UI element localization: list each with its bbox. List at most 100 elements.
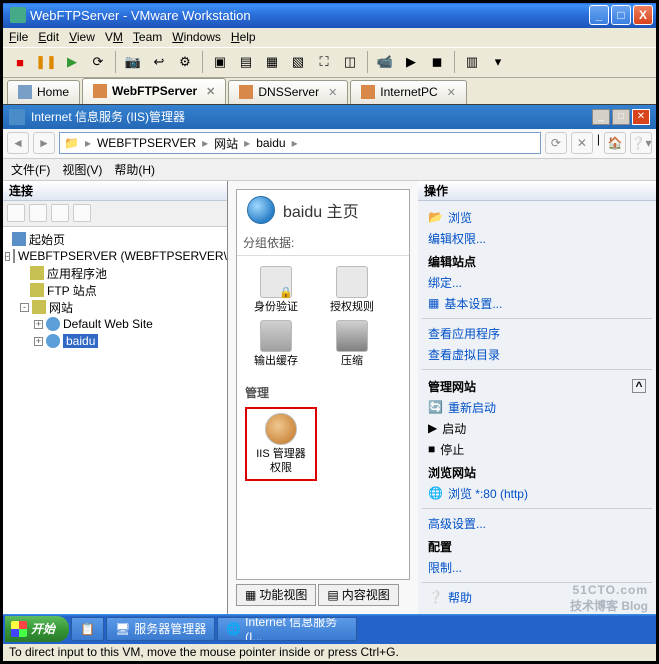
action-help[interactable]: ❔帮助	[428, 587, 646, 608]
tree-ftp[interactable]: FTP 站点	[47, 282, 97, 299]
poweroff-button[interactable]: ■	[9, 51, 31, 73]
taskbar-item-quicklaunch[interactable]: 📋	[71, 617, 104, 641]
feature-authorization[interactable]: 授权规则	[321, 266, 383, 314]
menu-file[interactable]: File	[9, 30, 28, 44]
authz-icon	[336, 266, 368, 298]
action-edit-permissions[interactable]: 编辑权限...	[428, 228, 646, 249]
collapse-icon[interactable]: -	[20, 303, 29, 312]
minimize-button[interactable]: _	[589, 5, 609, 25]
tab-content-view[interactable]: ▤内容视图	[318, 584, 398, 606]
action-browse-80[interactable]: 🌐浏览 *:80 (http)	[428, 483, 646, 504]
delete-button[interactable]	[51, 204, 69, 222]
maximize-button[interactable]: □	[611, 5, 631, 25]
sidebar-button[interactable]: ▥	[461, 51, 483, 73]
menu-help[interactable]: Help	[231, 30, 256, 44]
action-view-apps[interactable]: 查看应用程序	[428, 323, 646, 344]
tb-more-button[interactable]: ▾	[487, 51, 509, 73]
capture-button[interactable]: 📹	[374, 51, 396, 73]
nav-home-button[interactable]: 🏠	[604, 132, 626, 154]
unity-button[interactable]: ◫	[339, 51, 361, 73]
menu-windows[interactable]: Windows	[172, 30, 221, 44]
feature-outputcache[interactable]: 输出缓存	[245, 320, 307, 368]
crumb-sites[interactable]: 网站	[214, 135, 238, 152]
iis-close-button[interactable]: ✕	[632, 109, 650, 125]
action-explore[interactable]: 📂浏览	[428, 207, 646, 228]
up-button[interactable]	[73, 204, 91, 222]
feature-authentication[interactable]: 身份验证	[245, 266, 307, 314]
feature-iismgr-permissions[interactable]: IIS 管理器权限	[245, 407, 317, 481]
tab-close-icon[interactable]: ✕	[206, 85, 215, 98]
iis-menu-view[interactable]: 视图(V)	[62, 161, 102, 178]
action-bindings[interactable]: 绑定...	[428, 272, 646, 293]
tree-sites[interactable]: 网站	[49, 299, 73, 316]
iis-menu-help[interactable]: 帮助(H)	[114, 161, 155, 178]
home-icon	[18, 85, 32, 99]
summary-button[interactable]: ▤	[235, 51, 257, 73]
nav-help-button[interactable]: ❔▾	[630, 132, 652, 154]
save-button[interactable]	[29, 204, 47, 222]
action-start[interactable]: ▶启动	[428, 418, 646, 439]
appliance-button[interactable]: ▦	[261, 51, 283, 73]
suspend-button[interactable]: ❚❚	[35, 51, 57, 73]
menu-team[interactable]: Team	[133, 30, 162, 44]
start-button[interactable]: 开始	[5, 616, 69, 642]
vmware-menubar: File Edit View VM Team Windows Help	[3, 28, 656, 47]
expand-icon[interactable]: +	[34, 320, 43, 329]
tree-startpage[interactable]: 起始页	[29, 231, 65, 248]
tab-webftpserver[interactable]: WebFTPServer ✕	[82, 78, 226, 104]
tab-home[interactable]: Home	[7, 80, 80, 104]
crumb-baidu[interactable]: baidu	[256, 136, 285, 150]
groupby-label[interactable]: 分组依据:	[237, 230, 409, 256]
menu-vm[interactable]: VM	[105, 30, 123, 44]
replay-button[interactable]: ▶	[400, 51, 422, 73]
vm-icon	[239, 85, 253, 99]
tab-dnsserver[interactable]: DNSServer ✕	[228, 80, 348, 104]
action-view-vdirs[interactable]: 查看虚拟目录	[428, 344, 646, 365]
tab-close-icon[interactable]: ✕	[328, 86, 337, 99]
close-button[interactable]: X	[633, 5, 653, 25]
nav-back-button[interactable]: ◄	[7, 132, 29, 154]
action-basic-settings[interactable]: ▦基本设置...	[428, 293, 646, 314]
connect-button[interactable]	[7, 204, 25, 222]
nav-fwd-button[interactable]: ►	[33, 132, 55, 154]
feature-compression[interactable]: 压缩	[321, 320, 383, 368]
menu-view[interactable]: View	[69, 30, 95, 44]
poweron-button[interactable]: ▶	[61, 51, 83, 73]
tree-apppool[interactable]: 应用程序池	[47, 265, 107, 282]
action-restart[interactable]: 🔄重新启动	[428, 397, 646, 418]
quickswitch-button[interactable]: ▧	[287, 51, 309, 73]
taskbar-item-iis[interactable]: 🌐Internet 信息服务 (I...	[217, 617, 357, 641]
tree-baidu[interactable]: baidu	[63, 334, 98, 348]
stoprec-button[interactable]: ◼	[426, 51, 448, 73]
show-console-button[interactable]: ▣	[209, 51, 231, 73]
expand-icon[interactable]: +	[34, 337, 43, 346]
taskbar-item-servermanager[interactable]: 🖥服务器管理器	[106, 617, 215, 641]
snapshot-button[interactable]: 📷	[122, 51, 144, 73]
revert-button[interactable]: ↩	[148, 51, 170, 73]
menu-edit[interactable]: Edit	[38, 30, 59, 44]
collapse-icon[interactable]: -	[5, 252, 10, 261]
iis-maximize-button[interactable]: □	[612, 109, 630, 125]
tab-features-view[interactable]: ▦功能视图	[236, 584, 316, 606]
breadcrumb-box[interactable]: 📁 ▸ WEBFTPSERVER ▸ 网站 ▸ baidu ▸	[59, 132, 541, 154]
connections-tree[interactable]: 起始页 -WEBFTPSERVER (WEBFTPSERVER\Administ…	[3, 227, 227, 614]
action-limits[interactable]: 限制...	[428, 557, 646, 578]
iismgr-icon	[265, 413, 297, 445]
tab-close-icon[interactable]: ✕	[447, 86, 456, 99]
stop-button[interactable]: ✕	[571, 132, 593, 154]
tab-internetpc[interactable]: InternetPC ✕	[350, 80, 467, 104]
tree-default[interactable]: Default Web Site	[63, 317, 153, 331]
action-advanced-settings[interactable]: 高级设置...	[428, 513, 646, 534]
crumb-server[interactable]: WEBFTPSERVER	[97, 136, 196, 150]
reset-button[interactable]: ⟳	[87, 51, 109, 73]
tree-server[interactable]: WEBFTPSERVER (WEBFTPSERVER\Administrator…	[18, 249, 227, 263]
vmware-statusbar: To direct input to this VM, move the mou…	[3, 644, 656, 661]
refresh-button[interactable]: ⟳	[545, 132, 567, 154]
iis-manager-window: Internet 信息服务 (IIS)管理器 _ □ ✕ ◄ ► 📁 ▸ WEB…	[3, 104, 656, 644]
action-stop[interactable]: ■停止	[428, 439, 646, 460]
iis-menu-file[interactable]: 文件(F)	[11, 161, 50, 178]
collapse-icon[interactable]: ^	[632, 379, 646, 393]
fullscreen-button[interactable]: ⛶	[313, 51, 335, 73]
manage-button[interactable]: ⚙	[174, 51, 196, 73]
iis-minimize-button[interactable]: _	[592, 109, 610, 125]
